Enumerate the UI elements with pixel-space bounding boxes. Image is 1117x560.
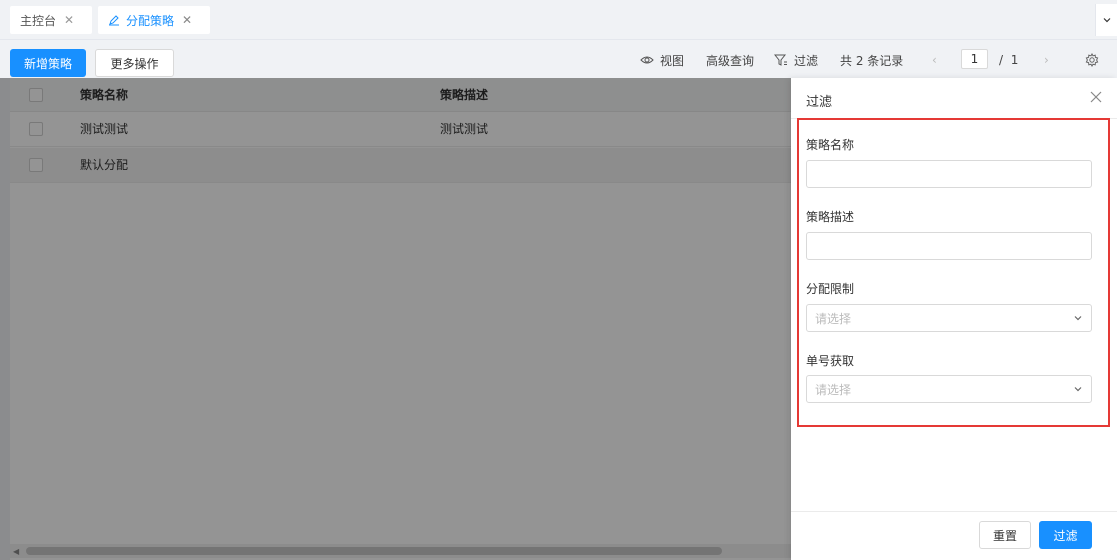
advanced-query-button[interactable]: 高级查询 (706, 50, 754, 70)
close-icon[interactable]: ✕ (64, 13, 74, 27)
tab-label: 主控台 (20, 13, 57, 28)
page-separator: / (999, 53, 1004, 67)
more-actions-button[interactable]: 更多操作 (95, 49, 174, 77)
tab-bar: 主控台 ✕ 分配策略 ✕ (0, 0, 1117, 40)
tab-allocation-strategy[interactable]: 分配策略 ✕ (98, 6, 210, 34)
next-page-icon[interactable]: › (1044, 50, 1049, 70)
tab-label: 分配策略 (126, 13, 175, 28)
filter-drawer: 过滤 策略名称 策略描述 分配限制 请选择 单号获取 请选择 重置 过滤 (791, 78, 1117, 560)
allocation-limit-select[interactable]: 请选择 (806, 304, 1092, 332)
field-label-order-fetch: 单号获取 (806, 354, 855, 368)
page-total-value: 1 (1010, 53, 1019, 67)
page-number-input[interactable]: 1 (961, 49, 988, 69)
order-fetch-select[interactable]: 请选择 (806, 375, 1092, 403)
filter-label: 过滤 (794, 53, 819, 68)
field-label-allocation-limit: 分配限制 (806, 282, 855, 296)
select-placeholder: 请选择 (815, 311, 852, 326)
modal-overlay[interactable] (0, 78, 791, 560)
eye-icon (640, 56, 654, 64)
gear-icon (1085, 53, 1099, 67)
chevron-down-icon (1074, 316, 1082, 321)
strategy-name-input[interactable] (806, 160, 1092, 188)
edit-icon (109, 15, 119, 26)
close-icon[interactable]: ✕ (182, 13, 192, 27)
view-label: 视图 (660, 53, 685, 68)
tab-dropdown-button[interactable] (1095, 4, 1117, 36)
chevron-down-icon (1074, 387, 1082, 392)
strategy-desc-input[interactable] (806, 232, 1092, 260)
total-records: 共 2 条记录 (840, 53, 904, 68)
close-icon[interactable] (1089, 90, 1103, 104)
view-button[interactable]: 视图 (640, 50, 684, 70)
reset-button[interactable]: 重置 (979, 521, 1031, 549)
filter-icon (774, 54, 787, 66)
filter-submit-button[interactable]: 过滤 (1039, 521, 1092, 549)
add-strategy-button[interactable]: 新增策略 (10, 49, 86, 77)
chevron-down-icon (1103, 18, 1110, 23)
prev-page-icon[interactable]: ‹ (932, 50, 937, 70)
drawer-title: 过滤 (806, 95, 833, 110)
filter-button[interactable]: 过滤 (774, 50, 818, 70)
field-label-strategy-desc: 策略描述 (806, 210, 855, 224)
settings-button[interactable] (1085, 50, 1099, 70)
field-label-strategy-name: 策略名称 (806, 138, 855, 152)
page-total: / 1 (999, 50, 1018, 70)
select-placeholder: 请选择 (815, 382, 852, 397)
divider (791, 511, 1117, 512)
tab-dashboard[interactable]: 主控台 ✕ (10, 6, 92, 34)
toolbar: 新增策略 更多操作 视图 高级查询 过滤 共 2 条记录 ‹ 1 / 1 › (0, 40, 1117, 78)
